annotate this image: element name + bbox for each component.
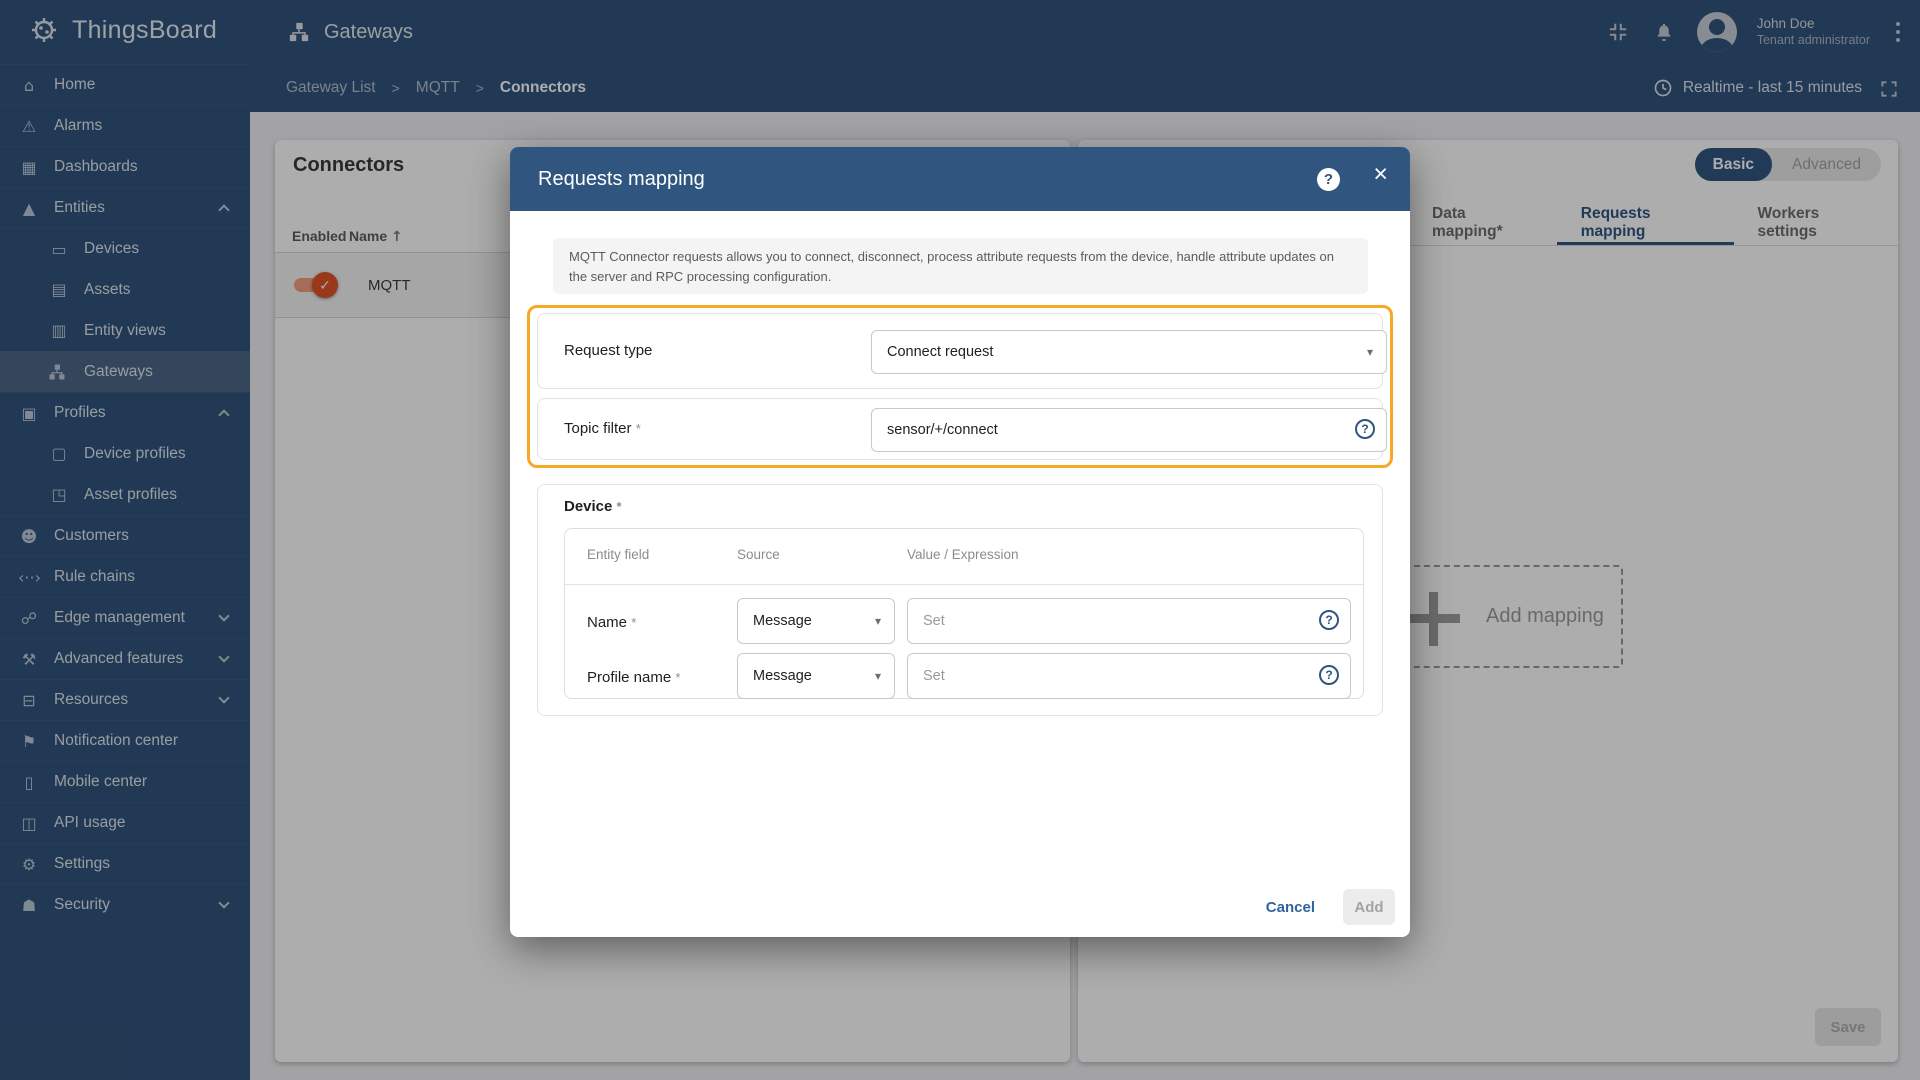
close-icon[interactable]: × (1373, 162, 1388, 187)
required-asterisk: * (616, 499, 622, 514)
column-source: Source (737, 547, 780, 562)
column-entity-field: Entity field (587, 547, 650, 562)
help-circle-icon[interactable]: ? (1355, 419, 1375, 439)
request-type-card: Request type Connect request ▾ (537, 313, 1387, 389)
dialog-footer: Cancel Add (1256, 889, 1395, 925)
profile-value-placeholder: Set (923, 668, 945, 684)
name-source-select[interactable]: Message ▾ (737, 598, 895, 644)
profile-source-value: Message (753, 668, 812, 684)
chevron-down-icon: ▾ (874, 669, 881, 683)
help-icon[interactable]: ? (1317, 168, 1340, 191)
dialog-description: MQTT Connector requests allows you to co… (553, 238, 1368, 294)
topic-filter-value: sensor/+/connect (887, 422, 998, 438)
device-mapping-table: Entity field Source Value / Expression N… (564, 528, 1364, 699)
chevron-down-icon: ▾ (1366, 345, 1373, 359)
request-type-value: Connect request (887, 344, 994, 360)
cancel-button[interactable]: Cancel (1256, 891, 1325, 924)
add-button[interactable]: Add (1343, 889, 1395, 925)
help-circle-icon[interactable]: ? (1319, 610, 1339, 630)
dialog-header: Requests mapping ? × (510, 147, 1410, 211)
requests-mapping-dialog: Requests mapping ? × MQTT Connector requ… (510, 147, 1410, 937)
column-value-expression: Value / Expression (907, 547, 1019, 562)
name-value-placeholder: Set (923, 613, 945, 629)
profile-source-select[interactable]: Message ▾ (737, 653, 895, 699)
device-card: Device * Entity field Source Value / Exp… (537, 484, 1383, 716)
chevron-down-icon: ▾ (874, 614, 881, 628)
row-profile-name-label: Profile name * (587, 669, 681, 686)
topic-filter-input[interactable]: sensor/+/connect ? (871, 408, 1387, 452)
name-value-input[interactable]: Set ? (907, 598, 1351, 644)
name-source-value: Message (753, 613, 812, 629)
topic-filter-label: Topic filter * (564, 420, 641, 437)
topic-filter-card: Topic filter * sensor/+/connect ? (537, 398, 1387, 460)
device-section-label: Device * (564, 498, 622, 515)
profile-value-input[interactable]: Set ? (907, 653, 1351, 699)
required-asterisk: * (631, 615, 637, 630)
required-asterisk: * (675, 670, 681, 685)
required-asterisk: * (635, 421, 641, 436)
row-name-label: Name * (587, 614, 637, 631)
request-type-label: Request type (564, 342, 653, 359)
help-circle-icon[interactable]: ? (1319, 665, 1339, 685)
dialog-title: Requests mapping (538, 167, 705, 190)
request-type-select[interactable]: Connect request ▾ (871, 330, 1387, 374)
